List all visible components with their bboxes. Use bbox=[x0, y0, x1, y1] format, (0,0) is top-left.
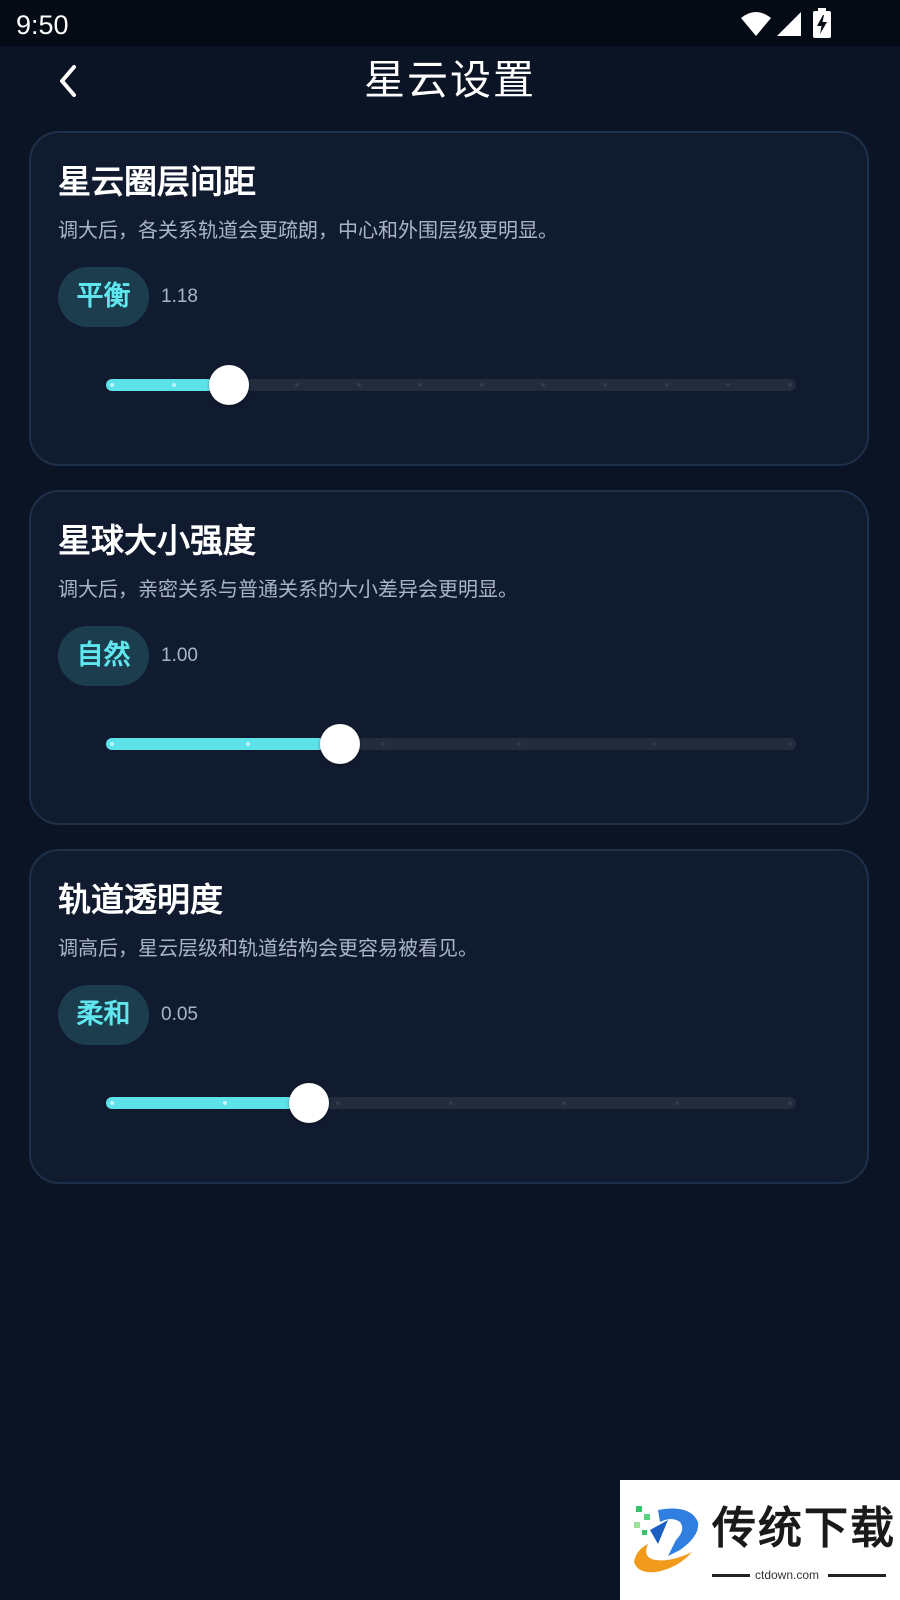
status-icons bbox=[740, 8, 850, 38]
slider-step-dot bbox=[294, 383, 299, 387]
slider-thumb[interactable] bbox=[288, 1083, 329, 1123]
level-value: 1.00 bbox=[161, 645, 198, 666]
watermark: 传统下载 ctdown.com bbox=[620, 1480, 900, 1600]
setting-card-layer-spacing: 星云圈层间距 调大后，各关系轨道会更疏朗，中心和外围层级更明显。 平衡 1.18 bbox=[29, 131, 869, 466]
orbit-opacity-slider[interactable] bbox=[106, 1081, 796, 1125]
page-title: 星云设置 bbox=[364, 56, 536, 104]
status-time: 9:50 bbox=[16, 10, 69, 40]
slider-step-dot bbox=[664, 383, 669, 387]
level-badge: 平衡 bbox=[58, 267, 149, 327]
wifi-icon bbox=[741, 12, 771, 36]
watermark-brand: 传统下载 bbox=[712, 1503, 896, 1554]
setting-card-orbit-opacity: 轨道透明度 调高后，星云层级和轨道结构会更容易被看见。 柔和 0.05 bbox=[29, 849, 869, 1184]
setting-card-planet-size: 星球大小强度 调大后，亲密关系与普通关系的大小差异会更明显。 自然 1.00 bbox=[29, 490, 869, 825]
slider-step-dot bbox=[562, 1101, 566, 1105]
level-badge: 柔和 bbox=[58, 985, 149, 1045]
slider-step-dot bbox=[110, 383, 114, 387]
cell-signal-icon bbox=[777, 12, 801, 36]
slider-step-dot bbox=[788, 742, 792, 746]
setting-title: 星球大小强度 bbox=[58, 521, 256, 560]
slider-step-dot bbox=[479, 383, 484, 387]
header: 星云设置 bbox=[0, 46, 900, 116]
slider-thumb[interactable] bbox=[320, 724, 361, 764]
ctdown-logo-icon bbox=[634, 1506, 699, 1573]
level-value: 1.18 bbox=[161, 286, 198, 307]
slider-step-dot bbox=[788, 1101, 792, 1105]
battery-charging-icon bbox=[813, 8, 831, 38]
slider-step-dot bbox=[223, 1101, 227, 1105]
setting-title: 轨道透明度 bbox=[58, 880, 223, 919]
slider-step-dot bbox=[110, 1101, 114, 1105]
slider-step-dot bbox=[110, 742, 114, 746]
watermark-divider bbox=[712, 1574, 750, 1577]
status-bar: 9:50 bbox=[0, 0, 900, 46]
slider-thumb[interactable] bbox=[209, 365, 250, 405]
slider-step-dot bbox=[788, 383, 792, 387]
slider-step-dot bbox=[171, 383, 176, 387]
planet-size-slider[interactable] bbox=[106, 722, 796, 766]
level-value: 0.05 bbox=[161, 1004, 198, 1025]
layer-spacing-slider[interactable] bbox=[106, 363, 796, 407]
slider-step-dot bbox=[675, 1101, 679, 1105]
slider-fill bbox=[106, 738, 347, 750]
slider-step-dot bbox=[449, 1101, 453, 1105]
watermark-site: ctdown.com bbox=[755, 1568, 820, 1582]
level-badge: 自然 bbox=[58, 626, 149, 686]
slider-step-dot bbox=[356, 383, 361, 387]
slider-step-dot bbox=[336, 1101, 340, 1105]
setting-description: 调高后，星云层级和轨道结构会更容易被看见。 bbox=[58, 936, 478, 960]
setting-description: 调大后，亲密关系与普通关系的大小差异会更明显。 bbox=[58, 577, 518, 601]
slider-step-dot bbox=[245, 742, 250, 746]
watermark-divider bbox=[828, 1574, 886, 1577]
slider-step-dot bbox=[516, 742, 521, 746]
setting-title: 星云圈层间距 bbox=[58, 162, 256, 201]
setting-description: 调大后，各关系轨道会更疏朗，中心和外围层级更明显。 bbox=[58, 218, 558, 242]
slider-fill bbox=[106, 1097, 315, 1109]
